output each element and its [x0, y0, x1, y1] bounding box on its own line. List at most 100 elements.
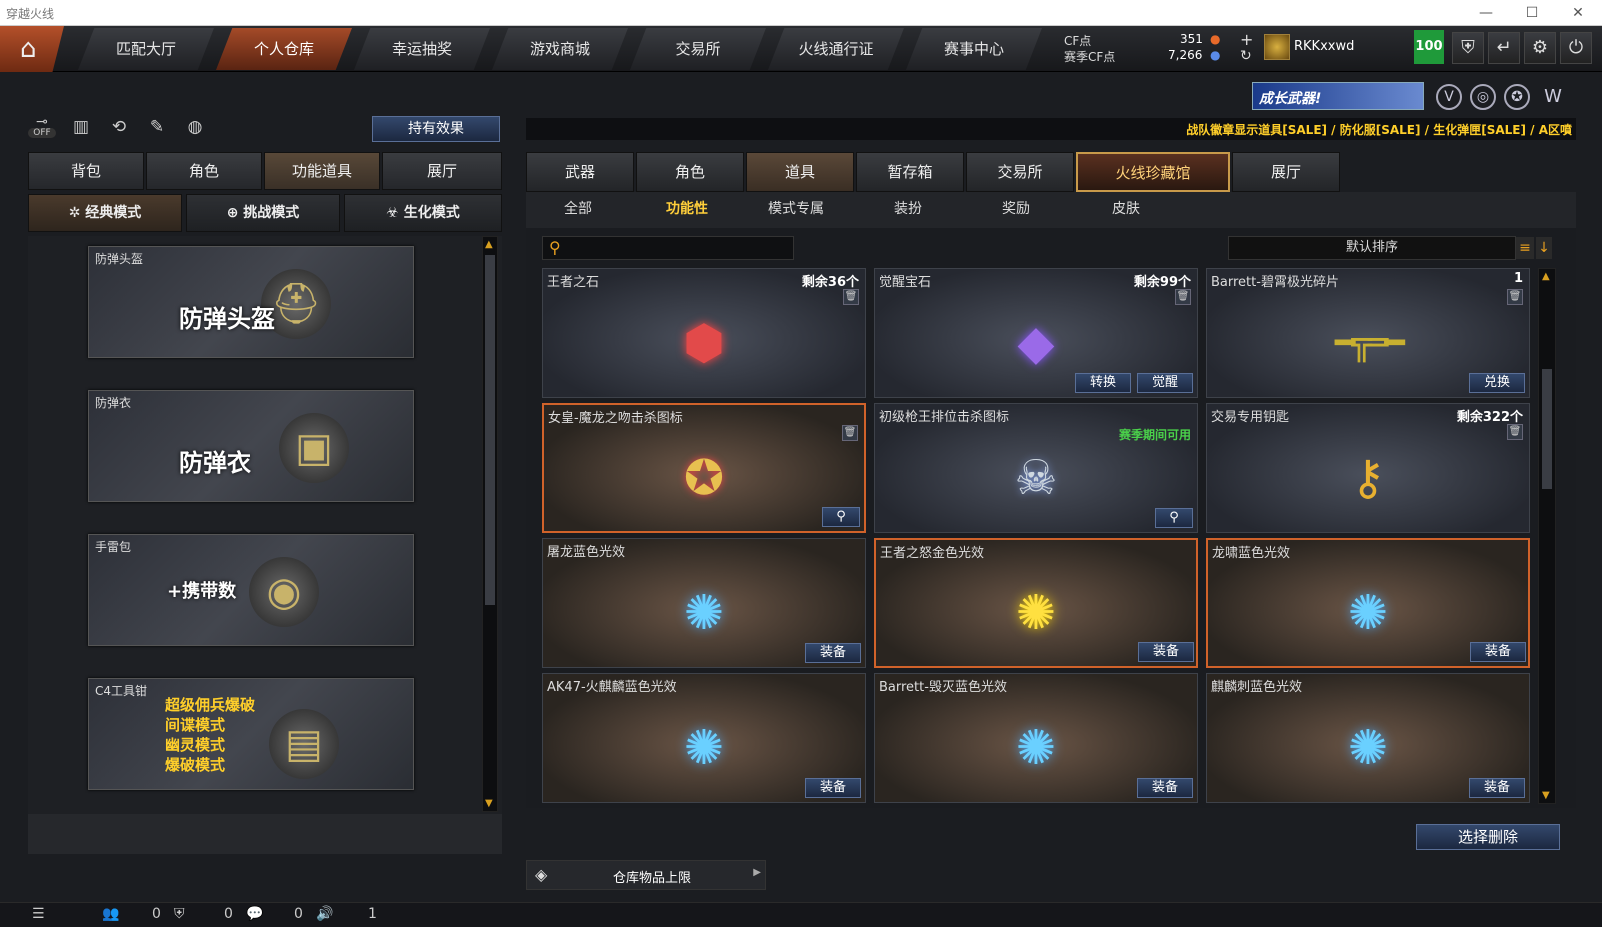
nav-tab-match-lobby[interactable]: 匹配大厅 [78, 28, 214, 70]
convert-button[interactable]: 转换 [1075, 373, 1131, 393]
zoom-icon[interactable]: ⚲ [1155, 508, 1193, 528]
list-item[interactable]: 防弹头盔 ⛑ 防弹头盔 [88, 246, 414, 358]
chat-icon[interactable]: 💬 [246, 906, 263, 922]
nav-tab-warehouse[interactable]: 个人仓库 [216, 28, 352, 70]
item-card[interactable]: Barrett-碧霄极光碎片 1 🗑 ━╦═━ 兑换 [1206, 268, 1530, 398]
scroll-thumb[interactable] [485, 255, 495, 605]
subtab-all[interactable]: 全部 [564, 198, 592, 222]
tab-collection[interactable]: 火线珍藏馆 [1076, 152, 1230, 192]
item-card[interactable]: Barrett-毁灭蓝色光效 ✺ 装备 [874, 673, 1198, 803]
tab-props[interactable]: 道具 [746, 152, 854, 192]
awaken-button[interactable]: 觉醒 [1137, 373, 1193, 393]
power-icon[interactable]: ⏻ [1560, 32, 1592, 64]
list-item[interactable]: 手雷包 ◉ +携带数 [88, 534, 414, 646]
trash-icon[interactable]: 🗑 [1507, 424, 1523, 440]
friends-icon[interactable]: 👥 [102, 906, 119, 922]
search-input[interactable] [573, 239, 783, 257]
search-box[interactable]: ⚲ [542, 236, 794, 260]
refresh-icon[interactable]: ↻ [1240, 48, 1252, 64]
item-card[interactable]: 王者之石 剩余36个 🗑 ⬢ [542, 268, 866, 398]
spray-icon[interactable]: ✎ [144, 114, 170, 140]
equip-button[interactable]: 装备 [805, 643, 861, 663]
equip-button[interactable]: 装备 [1138, 642, 1194, 662]
avatar[interactable] [1264, 34, 1290, 60]
volume-icon[interactable]: 🔊 [316, 906, 333, 922]
gear-icon[interactable]: ⚙ [1524, 32, 1556, 64]
mode-challenge[interactable]: ⊕ 挑战模式 [186, 194, 340, 232]
badge-icon[interactable]: ✪ [1504, 84, 1530, 110]
list-view-icon[interactable]: ≡ [1516, 237, 1534, 259]
subtab-decoration[interactable]: 装扮 [894, 198, 922, 222]
mode-classic[interactable]: ✲ 经典模式 [28, 194, 182, 232]
select-delete-button[interactable]: 选择删除 [1416, 824, 1560, 850]
home-button[interactable]: ⌂ [0, 26, 64, 72]
toggle-off-icon[interactable]: ⊸ OFF [28, 114, 56, 142]
trash-icon[interactable]: 🗑 [1175, 289, 1191, 305]
subtab-mode-exclusive[interactable]: 模式专属 [768, 198, 824, 222]
grenade-icon[interactable]: ◍ [182, 114, 208, 140]
capacity-bar[interactable]: ◈ 仓库物品上限 ▶ [526, 860, 766, 890]
mode-zombie[interactable]: ☣ 生化模式 [344, 194, 502, 232]
sort-dropdown[interactable]: 默认排序 [1228, 236, 1516, 260]
scroll-down-icon[interactable]: ▼ [1542, 790, 1550, 801]
tab-showroom[interactable]: 展厅 [382, 152, 502, 190]
shield-icon[interactable]: ⛨ [1452, 32, 1484, 64]
item-card[interactable]: 王者之怒金色光效 ✺ 装备 [874, 538, 1198, 668]
zoom-icon[interactable]: ⚲ [822, 507, 860, 527]
tab-weapons[interactable]: 武器 [526, 152, 634, 192]
minimize-button[interactable]: — [1464, 0, 1508, 26]
tab-storage[interactable]: 暂存箱 [856, 152, 964, 192]
nav-tab-shop[interactable]: 游戏商城 [492, 28, 628, 70]
tab-functional-items[interactable]: 功能道具 [264, 152, 380, 190]
equip-button[interactable]: 装备 [805, 778, 861, 798]
vip-icon[interactable]: V [1436, 84, 1462, 110]
maximize-button[interactable]: ☐ [1510, 0, 1554, 26]
item-card[interactable]: 女皇-魔龙之吻击杀图标 🗑 ✪ ⚲ [542, 403, 866, 533]
equip-button[interactable]: 装备 [1137, 778, 1193, 798]
stats-icon[interactable]: ▥ [68, 114, 94, 140]
item-card[interactable]: 交易专用钥匙 剩余322个 🗑 ⚷ [1206, 403, 1530, 533]
tab-backpack[interactable]: 背包 [28, 152, 144, 190]
tab-exchange[interactable]: 交易所 [966, 152, 1074, 192]
tab-showroom-right[interactable]: 展厅 [1232, 152, 1340, 192]
trash-icon[interactable]: 🗑 [1507, 289, 1523, 305]
exchange-button[interactable]: 兑换 [1469, 373, 1525, 393]
promo-text[interactable]: 战队徽章显示道具[SALE] / 防化服[SALE] / 生化弹匣[SALE] … [1186, 121, 1572, 138]
left-scrollbar[interactable]: ▲ ▼ [482, 236, 498, 812]
growth-weapon-banner[interactable]: 成长武器! [1252, 82, 1424, 110]
subtab-functional[interactable]: 功能性 [666, 198, 708, 222]
exit-icon[interactable]: ↵ [1488, 32, 1520, 64]
nav-tab-lottery[interactable]: 幸运抽奖 [354, 28, 490, 70]
scroll-down-icon[interactable]: ▼ [485, 798, 493, 809]
nav-tab-events[interactable]: 赛事中心 [906, 28, 1042, 70]
expand-arrow-icon[interactable]: ▶ [753, 867, 761, 878]
list-item[interactable]: 防弹衣 ▣ 防弹衣 [88, 390, 414, 502]
item-card[interactable]: 初级枪王排位击杀图标 赛季期间可用 ☠ ⚲ [874, 403, 1198, 533]
item-card[interactable]: 觉醒宝石 剩余99个 🗑 ◆ 转换 觉醒 [874, 268, 1198, 398]
scroll-up-icon[interactable]: ▲ [485, 239, 493, 250]
tab-characters[interactable]: 角色 [636, 152, 744, 192]
globe-icon[interactable]: ◎ [1470, 84, 1496, 110]
tab-character[interactable]: 角色 [146, 152, 262, 190]
item-card[interactable]: 屠龙蓝色光效 ✺ 装备 [542, 538, 866, 668]
right-scrollbar[interactable]: ▲ ▼ [1538, 268, 1556, 804]
item-card[interactable]: AK47-火麒麟蓝色光效 ✺ 装备 [542, 673, 866, 803]
hold-effects-button[interactable]: 持有效果 [372, 116, 500, 142]
item-card[interactable]: 龙啸蓝色光效 ✺ 装备 [1206, 538, 1530, 668]
subtab-rewards[interactable]: 奖励 [1002, 198, 1030, 222]
trash-icon[interactable]: 🗑 [842, 425, 858, 441]
scroll-thumb[interactable] [1542, 369, 1552, 489]
sort-direction-icon[interactable]: ↓ [1536, 237, 1552, 259]
history-icon[interactable]: ⟲ [106, 114, 132, 140]
equip-button[interactable]: 装备 [1470, 642, 1526, 662]
add-cf-button[interactable]: + [1240, 30, 1253, 49]
menu-icon[interactable]: ☰ [32, 906, 45, 922]
trash-icon[interactable]: 🗑 [843, 289, 859, 305]
w-logo-icon[interactable]: W [1540, 84, 1566, 110]
nav-tab-exchange[interactable]: 交易所 [630, 28, 766, 70]
clan-shield-icon[interactable]: ⛨ [174, 906, 185, 922]
close-button[interactable]: ✕ [1556, 0, 1600, 26]
item-card[interactable]: 麒麟刺蓝色光效 ✺ 装备 [1206, 673, 1530, 803]
subtab-skins[interactable]: 皮肤 [1112, 198, 1140, 222]
nav-tab-battle-pass[interactable]: 火线通行证 [768, 28, 904, 70]
